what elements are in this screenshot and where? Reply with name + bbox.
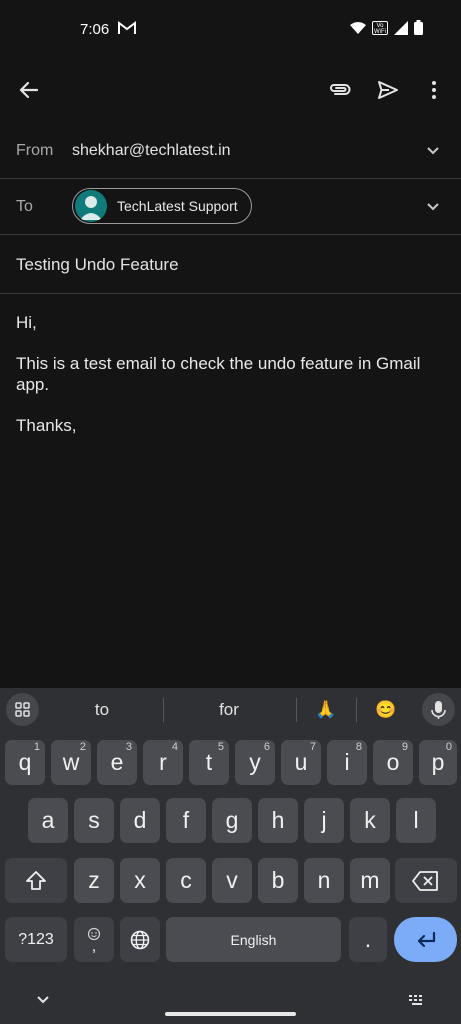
key-h[interactable]: h xyxy=(258,798,298,843)
globe-icon xyxy=(130,930,150,949)
to-row[interactable]: To TechLatest Support xyxy=(0,179,461,235)
key-v[interactable]: v xyxy=(212,858,252,903)
key-y[interactable]: y6 xyxy=(235,740,275,785)
backspace-key[interactable] xyxy=(395,858,457,903)
key-t[interactable]: t5 xyxy=(189,740,229,785)
suggestion-strip: to for 🙏 😊 xyxy=(0,688,461,732)
signal-icon xyxy=(394,20,408,35)
suggestion-word[interactable]: to xyxy=(80,700,124,720)
key-l[interactable]: l xyxy=(396,798,436,843)
backspace-icon xyxy=(412,870,438,891)
navigation-bar xyxy=(0,972,461,1024)
keyboard-icon[interactable] xyxy=(408,994,426,1006)
email-body[interactable]: Hi, This is a test email to check the un… xyxy=(16,312,446,456)
key-c[interactable]: c xyxy=(166,858,206,903)
wifi-icon xyxy=(350,21,366,34)
divider xyxy=(163,698,164,722)
recipient-name: TechLatest Support xyxy=(117,198,238,214)
compose-toolbar xyxy=(0,60,461,120)
key-o[interactable]: o9 xyxy=(373,740,413,785)
enter-icon xyxy=(417,931,435,947)
home-gesture-pill[interactable] xyxy=(165,1012,296,1016)
arrow-back-icon[interactable] xyxy=(17,78,41,102)
microphone-icon[interactable] xyxy=(422,693,455,726)
symbols-key[interactable]: ?123 xyxy=(5,917,67,962)
gmail-m-icon xyxy=(118,21,136,34)
key-a[interactable]: a xyxy=(28,798,68,843)
apps-grid-icon[interactable] xyxy=(6,693,39,726)
status-bar: 7:06 Vo WiFi xyxy=(0,0,461,60)
recipient-chip[interactable]: TechLatest Support xyxy=(72,188,252,224)
shift-key[interactable] xyxy=(5,858,67,903)
vowifi-badge: Vo WiFi xyxy=(372,20,388,35)
key-n[interactable]: n xyxy=(304,858,344,903)
suggestion-word[interactable]: for xyxy=(205,700,253,720)
suggestion-emoji[interactable]: 😊 xyxy=(372,700,400,720)
divider xyxy=(356,698,357,722)
key-g[interactable]: g xyxy=(212,798,252,843)
key-z[interactable]: z xyxy=(74,858,114,903)
from-label: From xyxy=(16,142,54,159)
status-icons: Vo WiFi xyxy=(350,20,423,35)
suggestion-emoji[interactable]: 🙏 xyxy=(312,700,340,720)
status-time: 7:06 xyxy=(80,21,110,38)
key-w[interactable]: w2 xyxy=(51,740,91,785)
space-bar[interactable]: English xyxy=(166,917,341,962)
battery-icon xyxy=(414,20,423,35)
body-line: This is a test email to check the undo f… xyxy=(16,354,421,394)
send-icon[interactable] xyxy=(376,78,400,102)
period-key[interactable]: . xyxy=(349,917,387,962)
subject-row[interactable]: Testing Undo Feature xyxy=(0,235,461,294)
body-line: Thanks, xyxy=(16,416,77,435)
key-x[interactable]: x xyxy=(120,858,160,903)
emoji-comma-key[interactable]: , xyxy=(74,917,114,962)
key-p[interactable]: p0 xyxy=(419,740,457,785)
chevron-down-icon[interactable] xyxy=(425,143,441,159)
from-value[interactable]: shekhar@techlatest.in xyxy=(72,142,231,160)
key-b[interactable]: b xyxy=(258,858,298,903)
key-d[interactable]: d xyxy=(120,798,160,843)
key-m[interactable]: m xyxy=(350,858,390,903)
more-vert-icon[interactable] xyxy=(422,78,446,102)
key-i[interactable]: i8 xyxy=(327,740,367,785)
key-s[interactable]: s xyxy=(74,798,114,843)
from-row[interactable]: From shekhar@techlatest.in xyxy=(0,122,461,179)
key-k[interactable]: k xyxy=(350,798,390,843)
chevron-down-icon[interactable] xyxy=(425,199,441,215)
enter-key[interactable] xyxy=(394,917,457,962)
subject-field[interactable]: Testing Undo Feature xyxy=(16,255,179,275)
shift-icon xyxy=(26,870,46,890)
body-line: Hi, xyxy=(16,313,37,332)
paperclip-icon[interactable] xyxy=(328,78,352,102)
key-f[interactable]: f xyxy=(166,798,206,843)
person-icon xyxy=(80,196,102,220)
key-e[interactable]: e3 xyxy=(97,740,137,785)
to-label: To xyxy=(16,198,33,215)
key-r[interactable]: r4 xyxy=(143,740,183,785)
key-u[interactable]: u7 xyxy=(281,740,321,785)
avatar xyxy=(75,190,107,222)
chevron-down-icon[interactable] xyxy=(35,994,51,1006)
key-j[interactable]: j xyxy=(304,798,344,843)
divider xyxy=(296,698,297,722)
globe-key[interactable] xyxy=(120,917,160,962)
key-q[interactable]: q1 xyxy=(5,740,45,785)
